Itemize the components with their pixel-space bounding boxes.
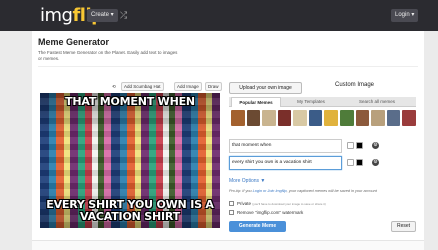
outline-color-swatch[interactable] (356, 142, 363, 149)
tab-my-templates[interactable]: My Templates (286, 97, 336, 107)
add-scumbag-hat-button[interactable]: Add Scumbag Hat (121, 82, 164, 91)
protip-post: , your captioned memes will be saved in … (286, 189, 377, 193)
shuffle-icon[interactable]: ⤮ (120, 10, 127, 21)
private-checkbox[interactable] (229, 201, 234, 206)
logo-text-img: img (40, 5, 73, 26)
bottom-text-input[interactable]: every shirt you own is a vacation shirt (229, 156, 342, 170)
remove-watermark-checkbox[interactable] (229, 210, 234, 215)
custom-image-label: Custom Image (335, 82, 375, 88)
upload-image-button[interactable]: Upload your own image (229, 82, 302, 94)
template-thumb[interactable] (277, 110, 292, 126)
create-menu-button[interactable]: Create ▾ (87, 9, 118, 22)
template-thumb[interactable] (371, 110, 385, 126)
meme-bottom-text[interactable]: EVERY SHIRT YOU OWN IS A VACATION SHIRT (40, 199, 220, 223)
text-color-swatch[interactable] (347, 142, 354, 149)
reset-button[interactable]: Reset (391, 221, 416, 232)
more-options-link[interactable]: More Options ▼ (229, 178, 265, 184)
template-thumb[interactable] (293, 110, 307, 126)
template-thumbnails (231, 110, 416, 126)
protip-text: Pro-tip: If you Login or Join Imgflip, y… (229, 189, 416, 193)
gear-icon[interactable]: ⚙ (372, 159, 379, 166)
divider (38, 66, 418, 67)
draw-button[interactable]: Draw (205, 82, 222, 91)
page-title: Meme Generator (38, 37, 110, 47)
template-thumb[interactable] (246, 110, 261, 126)
private-note: (you'll have to download your image to s… (252, 202, 326, 206)
meme-top-text[interactable]: THAT MOMENT WHEN (40, 96, 220, 108)
refresh-icon[interactable]: ⟲ (112, 82, 116, 91)
add-image-button[interactable]: Add Image (174, 82, 202, 91)
top-nav-bar: imgflip Create ▾ ⤮ Login ▾ (0, 0, 438, 31)
template-thumb[interactable] (340, 110, 354, 126)
top-text-input[interactable]: that moment when (229, 139, 342, 153)
meme-preview[interactable]: THAT MOMENT WHEN EVERY SHIRT YOU OWN IS … (40, 93, 220, 228)
login-menu-button[interactable]: Login ▾ (391, 9, 419, 22)
tab-popular-memes[interactable]: Popular Memes (231, 97, 281, 107)
template-thumb[interactable] (262, 110, 276, 126)
text-color-swatch[interactable] (347, 159, 354, 166)
outline-color-swatch[interactable] (356, 159, 363, 166)
template-thumb[interactable] (231, 110, 245, 126)
template-thumb[interactable] (308, 110, 323, 126)
private-label: Private (237, 201, 252, 206)
lower-panel (32, 240, 424, 250)
template-thumb[interactable] (386, 110, 401, 126)
watermark-label: Remove "imgflip.com" watermark (237, 210, 304, 215)
gear-icon[interactable]: ⚙ (372, 142, 379, 149)
login-join-link[interactable]: Login or Join Imgflip (253, 189, 287, 193)
template-thumb[interactable] (324, 110, 339, 126)
template-thumb[interactable] (402, 110, 416, 126)
tab-search-all-memes[interactable]: Search all memes (338, 97, 416, 107)
page-subtitle: The Fastest Meme Generator on the Planet… (38, 50, 178, 61)
protip-pre: Pro-tip: If you (229, 189, 252, 193)
private-checkbox-row[interactable]: Private (you'll have to download your im… (229, 200, 326, 207)
template-thumb[interactable] (355, 110, 370, 126)
watermark-checkbox-row[interactable]: Remove "imgflip.com" watermark (229, 209, 303, 216)
generate-meme-button[interactable]: Generate Meme (229, 221, 286, 232)
